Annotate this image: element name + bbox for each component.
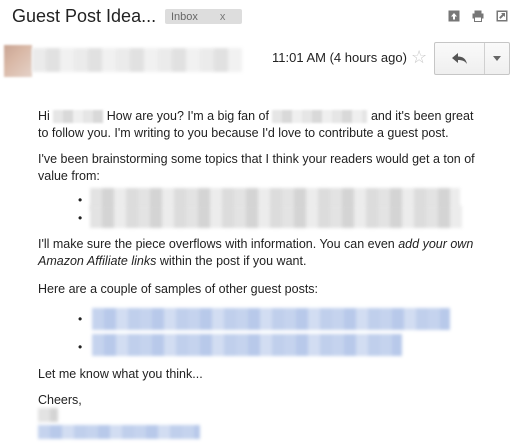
signoff-line: Cheers, bbox=[38, 393, 82, 407]
brainstorm-line-1: I've been brainstorming some topics that… bbox=[38, 152, 475, 166]
overflow-emphasis-1: add your own bbox=[398, 237, 474, 251]
dropdown-caret-icon bbox=[493, 56, 501, 61]
reply-button-group bbox=[434, 42, 510, 75]
topic-bullet-2: • bbox=[78, 211, 83, 225]
topic-item-2-redacted bbox=[90, 206, 462, 228]
reply-button[interactable] bbox=[435, 43, 484, 74]
print-icon[interactable] bbox=[472, 10, 484, 22]
sender-name-redacted bbox=[32, 48, 242, 72]
star-icon[interactable]: ☆ bbox=[411, 47, 427, 68]
overflow-emphasis-2: Amazon Affiliate links bbox=[38, 254, 157, 268]
greeting-mid: How are you? I'm a big fan of bbox=[106, 109, 269, 123]
reply-arrow-icon bbox=[451, 52, 467, 64]
intro-line-2: to follow you. I'm writing to you becaus… bbox=[38, 126, 449, 140]
site-name-redacted bbox=[272, 110, 368, 124]
overflow-line-2: Amazon Affiliate links within the post i… bbox=[38, 253, 508, 270]
remove-label-button[interactable]: x bbox=[220, 11, 226, 23]
sample-bullet-1: • bbox=[78, 312, 83, 326]
signature-link-redacted[interactable] bbox=[38, 425, 200, 439]
greeting-hi: Hi bbox=[38, 109, 50, 123]
overflow-text-1: I'll make sure the piece overflows with … bbox=[38, 237, 395, 251]
sample-link-2-redacted[interactable] bbox=[92, 334, 402, 356]
closing-line: Let me know what you think... bbox=[38, 367, 203, 381]
new-window-icon[interactable] bbox=[496, 10, 508, 22]
signature-name-redacted bbox=[38, 408, 58, 422]
archive-icon[interactable] bbox=[448, 10, 460, 22]
overflow-line-1: I'll make sure the piece overflows with … bbox=[38, 236, 508, 253]
samples-intro: Here are a couple of samples of other gu… bbox=[38, 282, 319, 296]
sample-link-1-redacted[interactable] bbox=[92, 308, 450, 330]
more-options-button[interactable] bbox=[485, 43, 509, 74]
email-view: Guest Post Idea... Inbox x 11:01 AM (4 h… bbox=[0, 0, 523, 448]
greeting-end: and it's been great bbox=[370, 109, 474, 123]
inbox-label-text: Inbox bbox=[171, 10, 198, 23]
email-subject: Guest Post Idea... bbox=[12, 6, 157, 26]
message-timestamp: 11:01 AM (4 hours ago) bbox=[272, 50, 407, 65]
topic-bullet-1: • bbox=[78, 193, 83, 207]
brainstorm-line-2: value from: bbox=[38, 169, 100, 183]
inbox-label-chip[interactable]: Inbox x bbox=[165, 9, 242, 24]
overflow-text-2: within the post if you want. bbox=[159, 254, 307, 268]
sender-avatar bbox=[4, 45, 32, 77]
sample-bullet-2: • bbox=[78, 340, 83, 354]
greeting-line: Hi How are you? I'm a big fan of and it'… bbox=[38, 108, 508, 125]
recipient-name-redacted bbox=[53, 110, 104, 124]
